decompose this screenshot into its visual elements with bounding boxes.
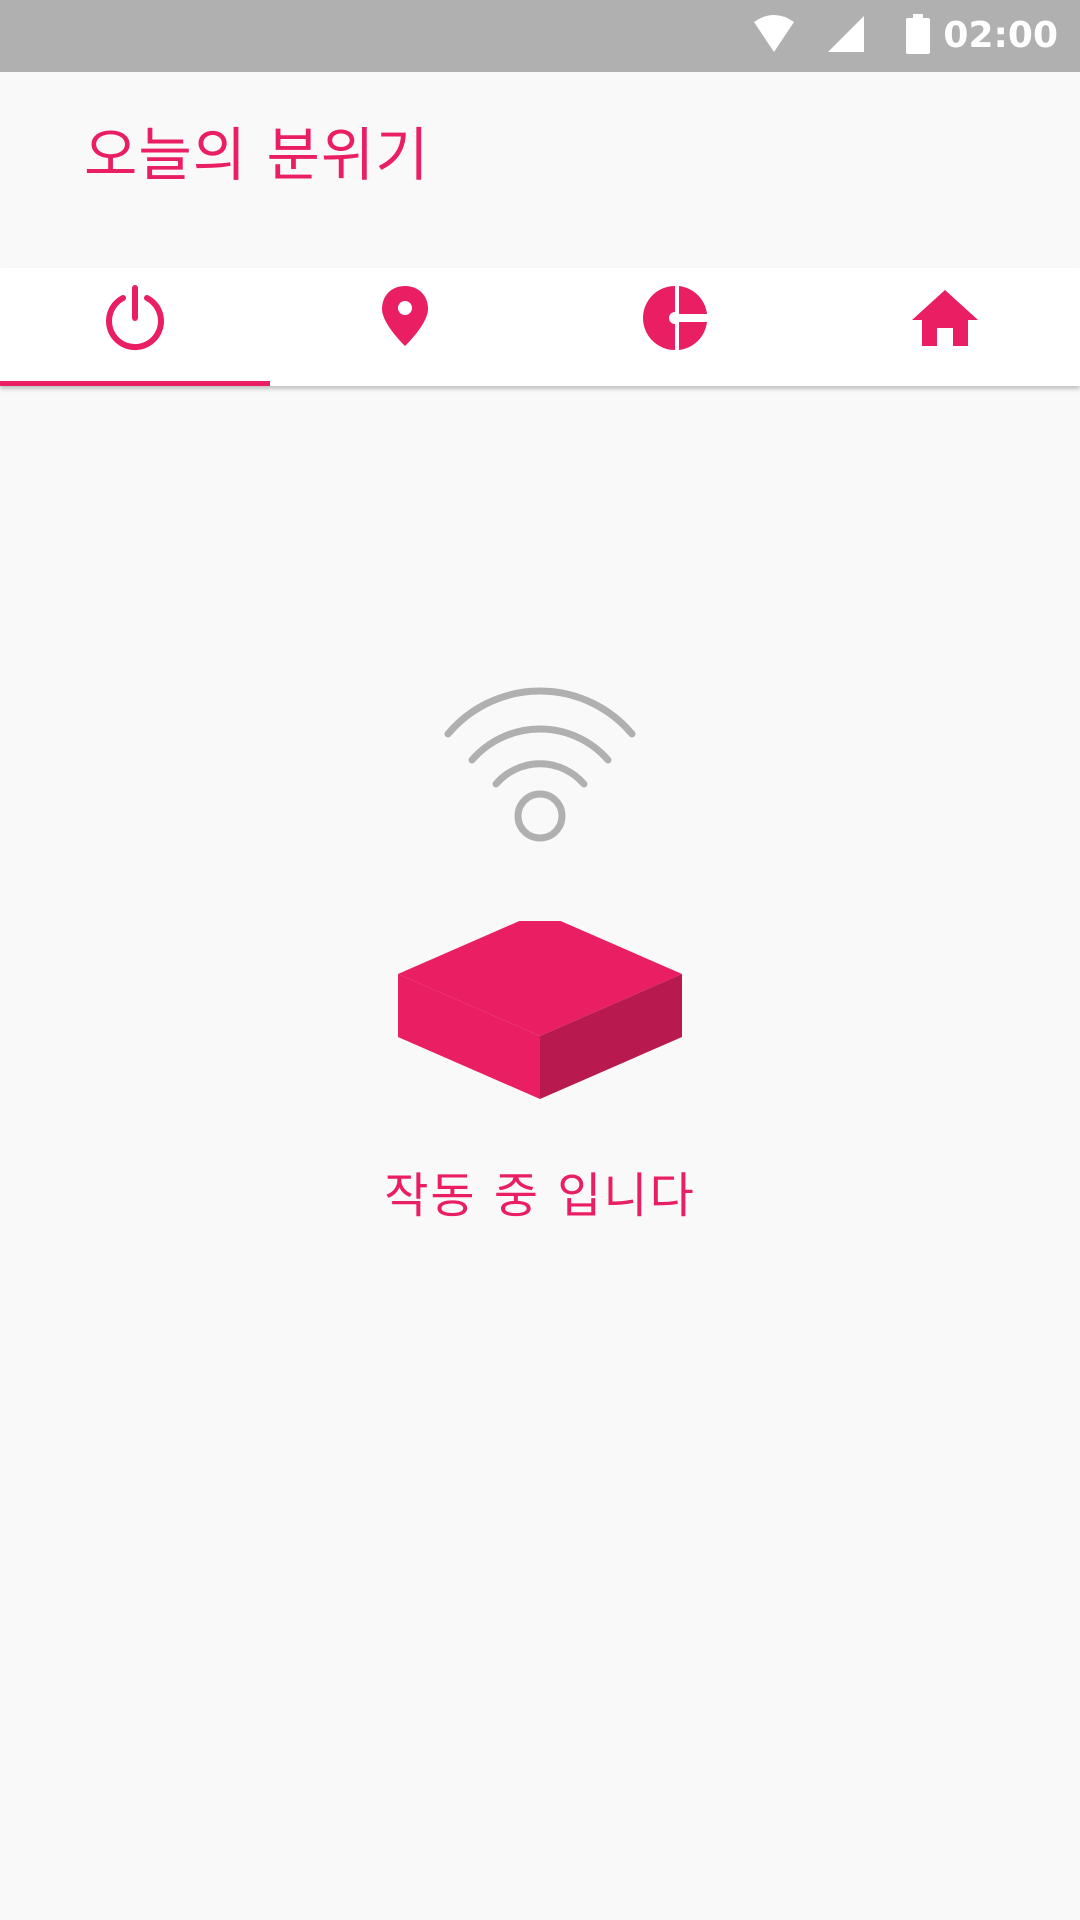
status-message: 작동 중 입니다	[384, 1168, 696, 1224]
tab-home[interactable]	[810, 268, 1080, 386]
clock: 02:00	[943, 15, 1058, 56]
main-content: 작동 중 입니다	[0, 386, 1080, 1920]
battery-icon	[904, 12, 932, 60]
tab-stats[interactable]	[540, 268, 810, 386]
cell-signal-icon	[826, 12, 866, 60]
status-bar: 02:00	[0, 0, 1080, 72]
page-title: 오늘의 분위기	[84, 121, 430, 189]
app-bar: 오늘의 분위기	[0, 72, 1080, 268]
tab-bar	[0, 268, 1080, 386]
tab-location[interactable]	[270, 268, 540, 386]
wifi-icon	[752, 12, 796, 60]
tab-power[interactable]	[0, 268, 270, 386]
